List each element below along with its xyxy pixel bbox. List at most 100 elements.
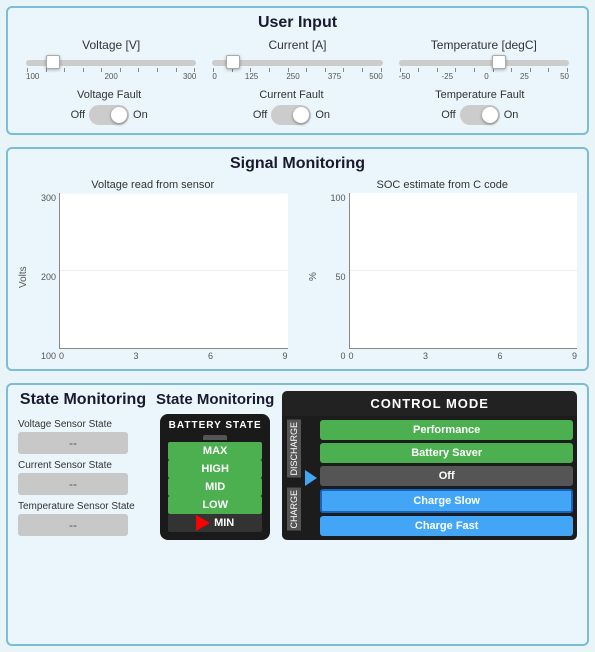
temperature-label: Temperature [degC] (431, 38, 537, 52)
charts-row: Voltage read from sensor Volts 300 200 1… (18, 179, 577, 361)
voltage-track[interactable] (26, 60, 196, 66)
soc-y-axis: 100 50 0 (321, 193, 349, 361)
voltage-sensor-box: -- (18, 432, 128, 454)
voltage-fault-knob (111, 107, 127, 123)
current-fault-label: Current Fault (259, 89, 323, 101)
voltage-sensor-label: Voltage Sensor State (18, 419, 148, 430)
voltage-thumb[interactable] (46, 55, 60, 69)
voltage-x-3: 9 (282, 351, 287, 361)
soc-chart-y-section: % 100 50 0 (308, 193, 349, 361)
current-fault-knob (293, 107, 309, 123)
arrow-col (305, 420, 317, 536)
soc-chart-svg (350, 193, 578, 348)
discharge-label: DISCHARGE (287, 420, 301, 478)
sensor-states-column: State Monitoring Voltage Sensor State --… (18, 391, 148, 536)
soc-y-label: % (308, 193, 319, 361)
voltage-slider-wrapper: 100 200 300 (18, 56, 204, 81)
voltage-x-0: 0 (59, 351, 64, 361)
voltage-chart-area: Volts 300 200 100 0 (18, 193, 288, 361)
charge-label: CHARGE (287, 488, 301, 531)
current-track[interactable] (212, 60, 382, 66)
current-fault-off-label: Off (253, 109, 267, 121)
voltage-y-label: Volts (18, 193, 29, 361)
voltage-x-axis: 0 3 6 9 (59, 351, 288, 361)
soc-chart-area: % 100 50 0 0 3 (308, 193, 578, 361)
soc-x-axis: 0 3 6 9 (349, 351, 578, 361)
voltage-fault-on-label: On (133, 109, 148, 121)
voltage-y-tick-1: 200 (41, 272, 56, 282)
voltage-chart-title: Voltage read from sensor (18, 179, 288, 191)
state-monitoring-panel: State Monitoring Voltage Sensor State --… (6, 383, 589, 646)
voltage-y-tick-2: 100 (41, 351, 56, 361)
battery-level-low: LOW (168, 496, 262, 514)
voltage-tick-0: 100 (26, 72, 39, 81)
battery-center-col: State Monitoring BATTERY STATE MAX HIGH … (156, 391, 274, 540)
current-tick-1: 125 (245, 72, 258, 81)
current-label: Current [A] (268, 38, 326, 52)
temperature-fault-knob (482, 107, 498, 123)
soc-y-tick-0: 100 (330, 193, 345, 203)
temperature-sensor-box: -- (18, 514, 128, 536)
voltage-y-axis: 300 200 100 (31, 193, 59, 361)
mode-off-button[interactable]: Off (320, 466, 573, 486)
voltage-chart-canvas (59, 193, 288, 349)
current-sensor-label: Current Sensor State (18, 460, 148, 471)
soc-x-1: 3 (423, 351, 428, 361)
soc-chart-canvas (349, 193, 578, 349)
temperature-fault-label: Temperature Fault (435, 89, 524, 101)
temperature-tick-0: -50 (399, 72, 411, 81)
mode-performance-button[interactable]: Performance (320, 420, 573, 440)
soc-x-3: 9 (572, 351, 577, 361)
temperature-thumb[interactable] (492, 55, 506, 69)
user-input-panel: User Input Voltage [V] 100 200 300 Cur (6, 6, 589, 135)
battery-level-max: MAX (168, 442, 262, 460)
voltage-fault-off-label: Off (71, 109, 85, 121)
temperature-tick-2: 0 (484, 72, 488, 81)
temperature-tick-1: -25 (441, 72, 453, 81)
current-fault-switch-row: Off On (253, 105, 330, 125)
voltage-label: Voltage [V] (82, 38, 140, 52)
voltage-fault-switch-row: Off On (71, 105, 148, 125)
mode-charge-fast-button[interactable]: Charge Fast (320, 516, 573, 536)
battery-low-label: LOW (202, 499, 228, 511)
voltage-chart-right: 0 3 6 9 (59, 193, 288, 361)
voltage-tick-2: 300 (183, 72, 196, 81)
current-sensor-value: -- (69, 477, 77, 491)
soc-x-2: 6 (497, 351, 502, 361)
battery-level-high: HIGH (168, 460, 262, 478)
soc-x-0: 0 (349, 351, 354, 361)
soc-y-tick-1: 50 (335, 272, 345, 282)
discharge-charge-labels: DISCHARGE CHARGE (286, 420, 302, 536)
voltage-tick-1: 200 (104, 72, 117, 81)
temperature-fault-group: Temperature Fault Off On (435, 89, 524, 125)
voltage-slider-group: Voltage [V] 100 200 300 (18, 38, 204, 81)
current-fault-group: Current Fault Off On (253, 89, 330, 125)
current-tick-3: 375 (328, 72, 341, 81)
current-slider-wrapper: 0 125 250 375 500 (204, 56, 390, 81)
mode-charge-slow-button[interactable]: Charge Slow (320, 489, 573, 513)
soc-chart: SOC estimate from C code % 100 50 0 (308, 179, 578, 361)
mode-battery-saver-button[interactable]: Battery Saver (320, 443, 573, 463)
control-mode-body: DISCHARGE CHARGE Performance Battery Sav… (282, 416, 577, 540)
battery-max-label: MAX (203, 445, 227, 457)
state-monitoring-title: State Monitoring (18, 391, 148, 409)
temperature-fault-toggle[interactable] (460, 105, 500, 125)
battery-level-min: MIN (168, 514, 262, 532)
voltage-fault-toggle[interactable] (89, 105, 129, 125)
voltage-chart: Voltage read from sensor Volts 300 200 1… (18, 179, 288, 361)
temperature-track[interactable] (399, 60, 569, 66)
current-fault-toggle[interactable] (271, 105, 311, 125)
current-thumb[interactable] (226, 55, 240, 69)
toggles-row: Voltage Fault Off On Current Fault Off O… (18, 89, 577, 125)
temperature-slider-wrapper: -50 -25 0 25 50 (391, 56, 577, 81)
signal-monitoring-panel: Signal Monitoring Voltage read from sens… (6, 147, 589, 371)
sliders-row: Voltage [V] 100 200 300 Current [A] (18, 38, 577, 81)
control-mode-col: CONTROL MODE DISCHARGE CHARGE Performanc… (282, 391, 577, 540)
soc-chart-right: 0 3 6 9 (349, 193, 578, 361)
current-sensor-box: -- (18, 473, 128, 495)
temperature-sensor-state-item: Temperature Sensor State -- (18, 501, 148, 536)
current-tick-labels: 0 125 250 375 500 (212, 72, 382, 81)
soc-chart-title: SOC estimate from C code (308, 179, 578, 191)
current-sensor-state-item: Current Sensor State -- (18, 460, 148, 495)
voltage-sensor-value: -- (69, 436, 77, 450)
